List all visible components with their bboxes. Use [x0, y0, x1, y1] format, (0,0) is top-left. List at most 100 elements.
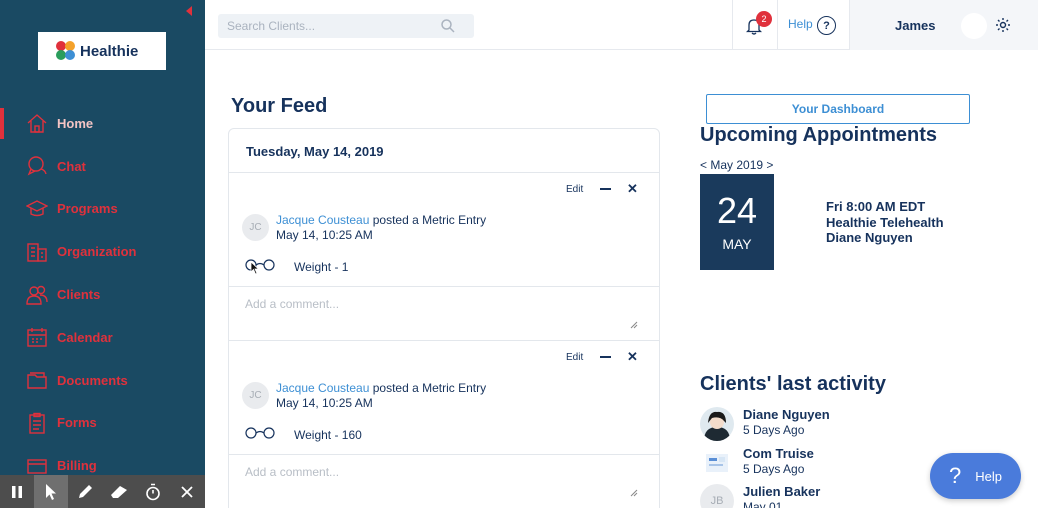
entry-headline: Jacque Cousteau posted a Metric Entry	[276, 213, 486, 227]
close-icon[interactable]: ✕	[627, 181, 638, 197]
folder-icon	[26, 369, 48, 391]
avatar: JB	[700, 484, 734, 508]
top-bar: 2 Help ? James	[205, 0, 1038, 50]
client-last-activity: May 01	[743, 500, 783, 508]
help-widget-label: Help	[975, 468, 1002, 484]
user-menu[interactable]: James	[849, 0, 1038, 50]
next-month-button[interactable]: >	[766, 158, 773, 172]
sidebar: Healthie Home Chat Programs Organization	[0, 0, 205, 508]
edit-button[interactable]: Edit	[566, 184, 583, 195]
appointment-month: MAY	[722, 236, 752, 252]
author-link[interactable]: Jacque Cousteau	[276, 381, 369, 395]
author-link[interactable]: Jacque Cousteau	[276, 213, 369, 227]
appointment-date-box[interactable]: 24 MAY	[700, 174, 774, 270]
metric-value: Weight - 1	[294, 260, 349, 274]
mouse-cursor-icon	[250, 261, 260, 275]
notifications-button[interactable]: 2	[732, 0, 778, 50]
healthie-logo[interactable]: Healthie	[38, 32, 166, 70]
comment-input[interactable]	[245, 465, 640, 499]
gear-icon[interactable]	[995, 17, 1011, 33]
help-link[interactable]: Help	[788, 17, 813, 31]
client-name: Julien Baker	[743, 484, 821, 499]
timer-icon	[146, 483, 160, 500]
sidebar-item-label: Chat	[57, 158, 86, 174]
sidebar-item-label: Organization	[57, 244, 137, 260]
month-label: May 2019	[710, 158, 764, 172]
minimize-icon[interactable]	[600, 188, 611, 190]
feed-card: Tuesday, May 14, 2019 Edit ✕ JC Jacque C…	[228, 128, 660, 508]
sidebar-item-home[interactable]: Home	[0, 102, 205, 145]
appointment-day: 24	[716, 190, 758, 231]
pointer-icon	[46, 483, 56, 500]
list-item[interactable]: Diane Nguyen 5 Days Ago	[700, 407, 900, 443]
comment-box	[229, 455, 659, 508]
avatar[interactable]	[961, 13, 987, 39]
metric-value: Weight - 160	[294, 428, 362, 442]
pen-tool-button[interactable]	[68, 475, 102, 508]
notification-badge: 2	[756, 11, 772, 27]
appointment-details[interactable]: Fri 8:00 AM EDT Healthie Telehealth Dian…	[826, 199, 944, 246]
sidebar-nav: Home Chat Programs Organization Clients	[0, 102, 205, 487]
list-item[interactable]: JB Julien Baker May 01	[700, 484, 900, 508]
pause-button[interactable]	[0, 475, 34, 508]
collapse-sidebar-icon[interactable]	[186, 6, 192, 16]
client-last-activity: 5 Days Ago	[743, 462, 805, 476]
sidebar-item-forms[interactable]: Forms	[0, 402, 205, 445]
user-name: James	[895, 18, 936, 33]
eraser-tool-button[interactable]	[102, 475, 136, 508]
entry-action: posted a Metric Entry	[369, 381, 487, 395]
sidebar-item-label: Home	[57, 115, 94, 131]
sidebar-item-label: Clients	[57, 287, 101, 303]
close-icon[interactable]: ✕	[627, 349, 638, 365]
prev-month-button[interactable]: <	[700, 158, 707, 172]
month-navigator: < May 2019 >	[700, 158, 773, 172]
sidebar-item-organization[interactable]: Organization	[0, 230, 205, 273]
glasses-icon	[245, 259, 275, 271]
sidebar-item-label: Billing	[57, 458, 97, 474]
help-icon[interactable]: ?	[817, 16, 836, 35]
appointment-provider: Diane Nguyen	[826, 230, 913, 245]
minimize-icon[interactable]	[600, 356, 611, 358]
sidebar-item-programs[interactable]: Programs	[0, 188, 205, 231]
your-dashboard-button[interactable]: Your Dashboard	[706, 94, 970, 124]
close-recorder-button[interactable]	[170, 475, 204, 508]
entry-timestamp: May 14, 10:25 AM	[276, 228, 373, 242]
avatar: JC	[242, 214, 269, 241]
sidebar-item-label: Programs	[57, 201, 118, 217]
upcoming-appointments-title: Upcoming Appointments	[700, 124, 938, 146]
sidebar-item-chat[interactable]: Chat	[0, 145, 205, 188]
chat-icon	[26, 155, 48, 177]
client-last-activity: 5 Days Ago	[743, 423, 805, 437]
credit-card-icon	[26, 455, 48, 477]
sidebar-item-calendar[interactable]: Calendar	[0, 316, 205, 359]
timer-tool-button[interactable]	[136, 475, 170, 508]
eraser-icon	[111, 485, 127, 498]
entry-action: posted a Metric Entry	[369, 213, 487, 227]
sidebar-item-clients[interactable]: Clients	[0, 273, 205, 316]
list-item[interactable]: Com Truise 5 Days Ago	[700, 446, 900, 482]
sidebar-item-label: Documents	[57, 372, 128, 388]
building-icon	[26, 241, 48, 263]
pointer-tool-button[interactable]	[34, 475, 68, 508]
feed-entry: Edit ✕ JC Jacque Cousteau posted a Metri…	[229, 341, 659, 455]
search-input[interactable]	[218, 14, 474, 38]
avatar	[700, 407, 734, 441]
help-widget-button[interactable]: ? Help	[930, 453, 1021, 499]
feed-date-heading: Tuesday, May 14, 2019	[229, 129, 659, 173]
resize-grip-icon[interactable]	[630, 321, 638, 329]
entry-headline: Jacque Cousteau posted a Metric Entry	[276, 381, 486, 395]
avatar	[700, 446, 734, 480]
avatar: JC	[242, 382, 269, 409]
clients-activity-title: Clients' last activity	[700, 373, 886, 395]
sidebar-item-label: Calendar	[57, 329, 113, 345]
edit-button[interactable]: Edit	[566, 352, 583, 363]
page-title: Your Feed	[231, 95, 328, 117]
logo-text: Healthie	[80, 42, 139, 60]
help-question-icon: ?	[949, 463, 962, 488]
healthie-logo-mark-icon	[56, 41, 76, 61]
search-icon[interactable]	[441, 19, 455, 33]
resize-grip-icon[interactable]	[630, 489, 638, 497]
comment-input[interactable]	[245, 297, 640, 331]
feed-entry: Edit ✕ JC Jacque Cousteau posted a Metri…	[229, 173, 659, 287]
sidebar-item-documents[interactable]: Documents	[0, 359, 205, 402]
